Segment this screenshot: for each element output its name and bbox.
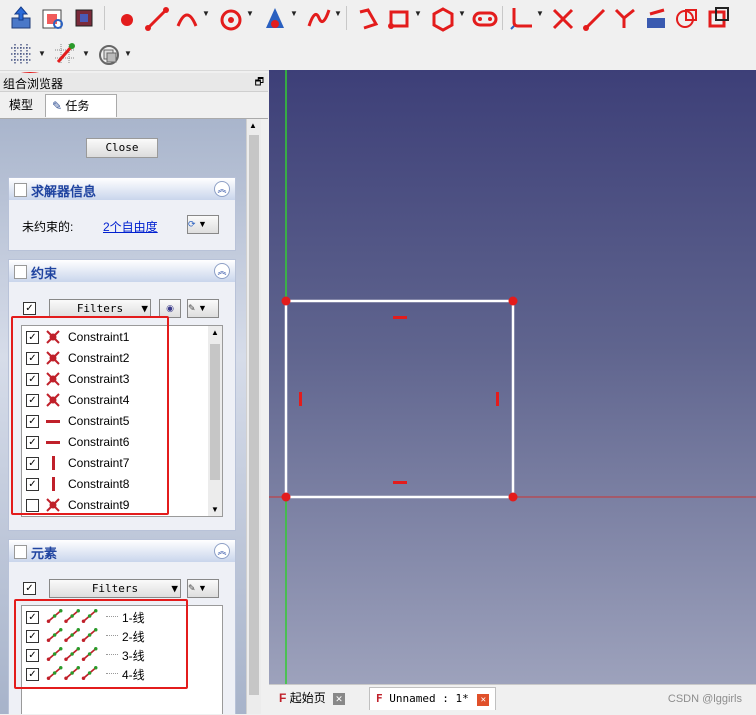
document-icon (14, 183, 27, 197)
polygon-icon[interactable] (430, 4, 456, 32)
trim-icon[interactable] (550, 4, 576, 32)
point-icon[interactable] (114, 4, 140, 32)
view-section-icon[interactable] (72, 4, 98, 32)
constraints-filter-checkbox[interactable]: ✓ (23, 302, 36, 315)
fillet-icon[interactable] (508, 4, 534, 32)
close-tab-icon[interactable]: ✕ (333, 693, 346, 705)
snap-icon[interactable] (52, 40, 78, 68)
brush-icon: ✎ (188, 583, 196, 593)
solver-info-title: 求解器信息 (31, 184, 97, 199)
sketch-vertex[interactable] (281, 296, 291, 306)
tab-task-label: 任务 (65, 99, 90, 113)
collapse-icon[interactable]: ︽ (214, 543, 230, 559)
3d-viewport[interactable] (269, 70, 756, 684)
combo-view-title-bar: 组合浏览器 🗗 (0, 73, 268, 92)
sketch-vertex[interactable] (508, 296, 518, 306)
freecad-icon: F (376, 692, 383, 705)
close-button[interactable]: Close (86, 138, 158, 158)
grid-icon[interactable] (8, 40, 34, 68)
conic-icon[interactable] (262, 4, 288, 32)
unconstrained-label: 未约束的: (22, 220, 74, 234)
document-icon (14, 265, 27, 279)
constraints-highlight-box (11, 316, 169, 515)
tab-model[interactable]: 模型 (3, 94, 39, 116)
split-icon[interactable] (612, 4, 638, 32)
elements-highlight-box (14, 599, 188, 689)
tab-start-page[interactable]: F 起始页 ✕ (279, 687, 346, 709)
collapse-icon[interactable]: ︽ (214, 181, 230, 197)
external-geometry-icon[interactable] (644, 4, 670, 32)
element-settings-button[interactable]: ✎ ▼ (187, 579, 219, 598)
line-icon[interactable] (144, 4, 170, 32)
document-icon (14, 545, 27, 559)
sketch-vertex[interactable] (508, 492, 518, 502)
elements-filters-dropdown[interactable]: Filters ▼ (49, 579, 181, 598)
view-sketch-icon[interactable] (40, 4, 66, 32)
task-panel: Close 求解器信息 ︽ 未约束的: 2个自由度 ⟳ ▼ 约束 ︽ ✓ Fil… (0, 119, 246, 714)
extend-icon[interactable] (582, 4, 608, 32)
constraint-settings-button[interactable]: ✎ ▼ (187, 299, 219, 318)
export-icon[interactable] (8, 4, 34, 32)
slot-icon[interactable] (472, 4, 498, 32)
bspline-icon[interactable] (306, 4, 332, 32)
vertical-constraint-marker[interactable] (496, 392, 499, 406)
combo-view-tabs: 模型 ✎ 任务 (0, 92, 268, 119)
carbon-copy-icon[interactable] (674, 4, 700, 32)
watermark: CSDN @lggirls (667, 693, 742, 705)
dof-link[interactable]: 2个自由度 (103, 218, 158, 235)
sketch-rectangle[interactable] (284, 299, 515, 499)
brush-icon: ✎ (188, 303, 196, 313)
sketch-canvas[interactable] (269, 70, 756, 684)
sketch-vertex[interactable] (281, 492, 291, 502)
elements-title: 元素 (31, 546, 58, 561)
horizontal-constraint-marker[interactable] (393, 316, 407, 319)
float-window-icon[interactable]: 🗗 (255, 75, 264, 92)
sketcher-toolbar: ▼ ▼ ▼ ▼ ▼ ▼ ▼ (0, 0, 756, 38)
collapse-icon[interactable]: ︽ (214, 263, 230, 279)
vertical-constraint-marker[interactable] (299, 392, 302, 406)
tab-unnamed-document[interactable]: F Unnamed : 1* ✕ (369, 687, 497, 710)
auto-update-button[interactable]: ⟳ ▼ (187, 215, 219, 234)
freecad-icon: F (279, 691, 287, 705)
solver-info-panel: 求解器信息 ︽ 未约束的: 2个自由度 ⟳ ▼ (8, 177, 236, 251)
elements-filter-checkbox[interactable]: ✓ (23, 582, 36, 595)
constraints-list-scrollbar[interactable]: ▲ ▼ (208, 326, 222, 516)
close-tab-icon[interactable]: ✕ (477, 694, 490, 706)
solver-info-header[interactable]: 求解器信息 ︽ (9, 178, 235, 200)
constraints-header[interactable]: 约束 ︽ (9, 260, 235, 282)
arc-icon[interactable] (174, 4, 200, 32)
document-tabs: F 起始页 ✕ F Unnamed : 1* ✕ CSDN @lggirls (269, 684, 756, 715)
eye-icon: ◉ (166, 303, 174, 313)
polyline-icon[interactable] (356, 4, 382, 32)
elements-header[interactable]: 元素 ︽ (9, 540, 235, 562)
horizontal-constraint-marker[interactable] (393, 481, 407, 484)
rectangle-icon[interactable] (386, 4, 412, 32)
pencil-icon: ✎ (52, 99, 63, 113)
combo-view-title: 组合浏览器 (3, 77, 64, 91)
tab-task[interactable]: ✎ 任务 (45, 94, 117, 117)
constraints-title: 约束 (31, 266, 58, 281)
construction-mode-icon[interactable] (706, 4, 732, 32)
grid-snap-toolbar: ▼ ▼ ▼ (0, 38, 756, 108)
rendering-order-icon[interactable] (96, 40, 122, 68)
task-panel-scrollbar[interactable]: ▲ (246, 119, 261, 714)
circle-icon[interactable] (218, 4, 244, 32)
